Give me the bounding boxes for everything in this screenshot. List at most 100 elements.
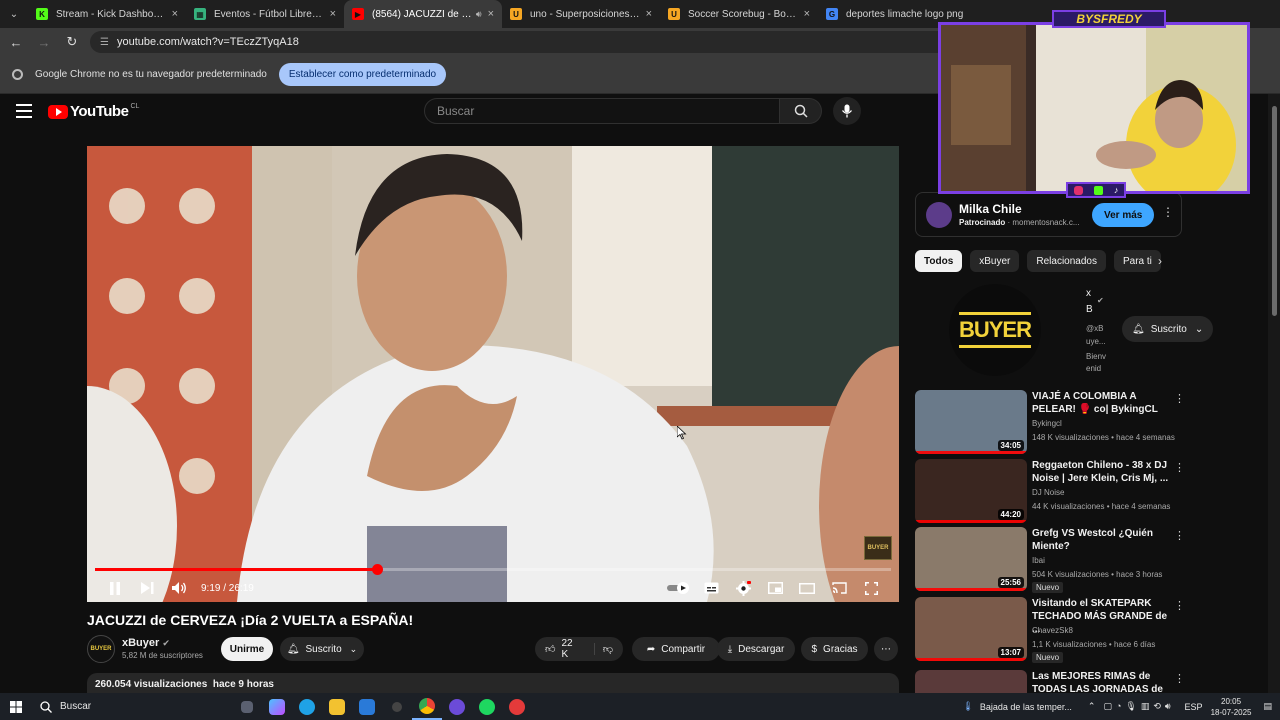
next-button[interactable] [131, 576, 163, 600]
recommended-video-channel[interactable]: Ibai [1032, 556, 1045, 565]
subscribed-button[interactable]: 🔔︎ Suscrito ⌄ [280, 637, 364, 661]
notification-icon[interactable]: ▤ [1263, 701, 1272, 712]
menu-icon[interactable] [16, 104, 32, 118]
start-button[interactable] [0, 700, 32, 713]
reload-icon[interactable]: ↻ [60, 30, 84, 54]
app-icon[interactable] [382, 693, 412, 720]
download-button[interactable]: ⤓ Descargar [717, 637, 795, 661]
tray-icons[interactable]: ▢◔🎙︎▥⟲🔊︎ [1103, 701, 1174, 712]
tab-search-icon[interactable]: ⌄ [0, 0, 28, 28]
channel-card-avatar-text: BUYER [958, 312, 1032, 348]
thanks-button[interactable]: $ Gracias [801, 637, 868, 661]
video-thumbnail[interactable]: 44:20 [915, 459, 1027, 523]
progress-bar[interactable] [95, 564, 891, 575]
recommended-video-title[interactable]: Reggaeton Chileno - 38 x DJ Noise | Jere… [1032, 459, 1170, 485]
back-arrow-icon[interactable]: ← [4, 30, 28, 54]
recommended-video-channel[interactable]: DJ Noise [1032, 488, 1064, 497]
recommended-video-channel[interactable]: Bykingcl [1032, 419, 1062, 428]
chevron-right-icon[interactable]: › [1158, 254, 1162, 268]
join-button[interactable]: Unirme [221, 637, 273, 661]
video-player[interactable]: BUYER 9:19 / 26:19 [87, 146, 899, 602]
settings-button[interactable] [727, 576, 759, 600]
channel-card-avatar[interactable]: BUYER [949, 284, 1041, 376]
recommended-video-title[interactable]: VIAJÉ A COLOMBIA A PELEAR! 🥊 co| BykingC… [1032, 390, 1170, 416]
tab-close-icon[interactable]: × [330, 8, 336, 20]
more-vertical-icon[interactable]: ⋮ [1174, 672, 1185, 685]
like-button[interactable]: 👍︎ 22 K [545, 638, 580, 660]
video-thumbnail[interactable]: 34:05 [915, 390, 1027, 454]
channel-avatar[interactable]: BUYER [87, 635, 115, 663]
video-thumbnail[interactable]: 25:56 [915, 527, 1027, 591]
filter-chip[interactable]: Para ti [1114, 250, 1161, 272]
recommended-video[interactable]: 25:56 Grefg VS Westcol ¿Quién Miente? Ibai… [915, 527, 1185, 593]
browser-tab[interactable]: ▦ Eventos - Fútbol Libre TV × [186, 0, 344, 28]
windows-icon [10, 700, 22, 713]
chrome-icon[interactable] [412, 693, 442, 720]
filter-chip[interactable]: Todos [915, 250, 963, 272]
copilot-icon[interactable] [262, 693, 292, 720]
chevron-down-icon: ⌄ [349, 643, 358, 654]
tab-close-icon[interactable]: × [488, 8, 494, 20]
filter-chip[interactable]: Relacionados [1027, 250, 1106, 272]
cast-button[interactable] [823, 576, 855, 600]
autoplay-toggle[interactable] [663, 576, 695, 600]
browser-tab[interactable]: Uuno - Superposiciones en vivo × [502, 0, 660, 28]
language-indicator[interactable]: ESP [1185, 702, 1203, 712]
tab-audio-icon[interactable]: 🔊︎ [476, 9, 482, 20]
channel-watermark[interactable]: BUYER [864, 536, 892, 560]
weather-text[interactable]: Bajada de las temper... [980, 702, 1072, 712]
more-vertical-icon[interactable]: ⋮ [1174, 599, 1185, 612]
video-duration: 25:56 [997, 577, 1024, 588]
channel-card-subscribed-button[interactable]: 🔔︎ Suscrito ⌄ [1122, 316, 1214, 342]
browser-tab[interactable]: U Soccer Scorebug - Bold - Aplicación × [660, 0, 818, 28]
tab-close-icon[interactable]: × [172, 8, 178, 20]
channel-card[interactable]: BUYER x B ✔ @xB uye... Bienv enid 🔔︎ Sus… [915, 282, 1214, 378]
file-explorer-icon[interactable] [322, 693, 352, 720]
search-input[interactable]: Buscar [424, 98, 780, 124]
fullscreen-button[interactable] [855, 576, 887, 600]
recommended-video[interactable]: 13:07 Visitando el SKATEPARK TECHADO MÁS … [915, 597, 1185, 663]
see-more-button[interactable]: Ver más [1092, 203, 1155, 227]
store-icon[interactable] [352, 693, 382, 720]
share-button[interactable]: ➦ Compartir [632, 637, 720, 661]
filter-chip[interactable]: xBuyer [970, 250, 1020, 272]
tab-close-icon[interactable]: × [646, 8, 652, 20]
recommended-video-title[interactable]: Grefg VS Westcol ¿Quién Miente? [1032, 527, 1170, 553]
edge-icon[interactable] [292, 693, 322, 720]
set-default-button[interactable]: Establecer como predeterminado [278, 63, 447, 86]
more-vertical-icon[interactable]: ⋮ [1174, 392, 1185, 405]
voice-search-button[interactable] [833, 97, 861, 125]
browser-tab[interactable]: K Stream - Kick Dashboard × [28, 0, 186, 28]
search-button[interactable] [780, 98, 822, 124]
chevron-up-icon[interactable]: ⌃ [1088, 701, 1096, 712]
scrollbar-thumb[interactable] [1272, 106, 1277, 316]
tab-close-icon[interactable]: × [804, 8, 810, 20]
more-actions-button[interactable]: ⋯ [874, 637, 898, 661]
browser-tab[interactable]: ▶ (8564) JACUZZI de CERVEZA 🔊︎ × [344, 0, 502, 28]
taskbar-search[interactable]: Buscar [32, 693, 232, 720]
recommended-video[interactable]: 34:05 VIAJÉ A COLOMBIA A PELEAR! 🥊 co| By… [915, 390, 1185, 454]
obs-icon[interactable] [442, 693, 472, 720]
more-vertical-icon[interactable]: ⋮ [1162, 205, 1174, 219]
page-scrollbar[interactable] [1268, 94, 1280, 693]
recommended-video[interactable]: 44:20 Reggaeton Chileno - 38 x DJ Noise |… [915, 459, 1185, 523]
clock[interactable]: 20:05 18-07-2025 [1211, 696, 1252, 718]
miniplayer-button[interactable] [759, 576, 791, 600]
more-vertical-icon[interactable]: ⋮ [1174, 529, 1185, 542]
site-info-icon[interactable]: ☰ [100, 37, 109, 48]
thanks-icon: $ [811, 643, 818, 655]
more-vertical-icon[interactable]: ⋮ [1174, 461, 1185, 474]
recommended-video-channel[interactable]: ChavezSk8 [1032, 626, 1073, 635]
forward-arrow-icon[interactable]: → [32, 30, 56, 54]
dislike-button[interactable]: 👎︎ [593, 643, 613, 655]
youtube-logo[interactable]: YouTube CL [48, 103, 139, 120]
task-view-icon[interactable] [232, 693, 262, 720]
subtitles-button[interactable] [695, 576, 727, 600]
channel-name[interactable]: xBuyer ✔ [122, 637, 170, 649]
theater-mode-button[interactable] [791, 576, 823, 600]
video-thumbnail[interactable]: 13:07 [915, 597, 1027, 661]
pause-button[interactable] [99, 576, 131, 600]
spotify-icon[interactable] [472, 693, 502, 720]
app-icon-2[interactable] [502, 693, 532, 720]
volume-button[interactable] [163, 576, 195, 600]
